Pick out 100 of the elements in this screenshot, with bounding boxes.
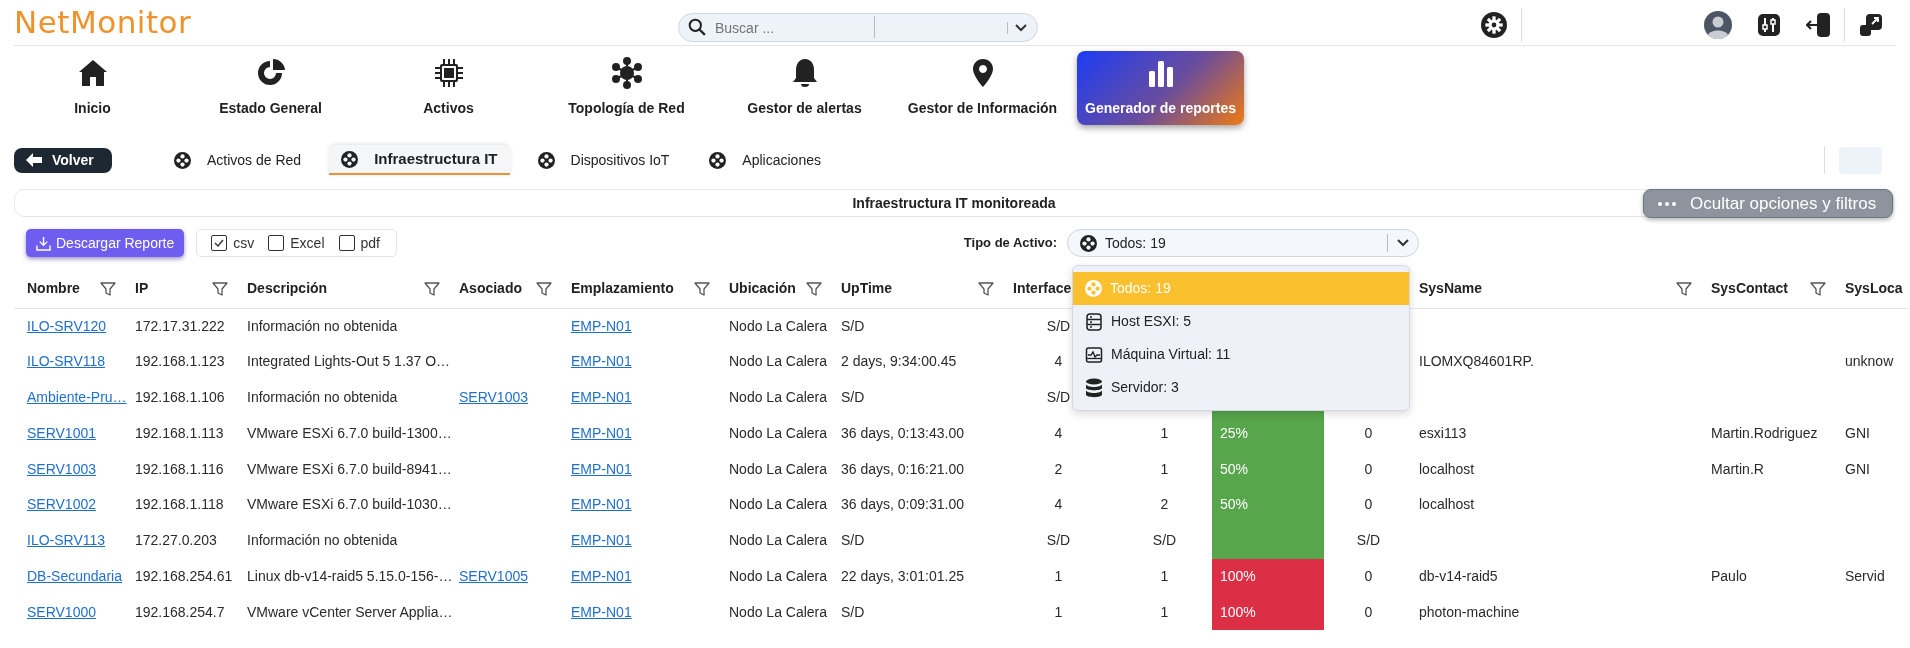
checkbox[interactable] bbox=[268, 235, 285, 251]
ball-icon bbox=[709, 151, 727, 169]
filter-icon[interactable] bbox=[694, 280, 710, 297]
table-link[interactable]: SERV1005 bbox=[459, 567, 528, 584]
app-logo: NetMonitor bbox=[14, 7, 192, 38]
table-link[interactable]: SERV1002 bbox=[27, 496, 96, 513]
table-cell: 0 bbox=[1364, 567, 1373, 584]
table-link[interactable]: SERV1000 bbox=[27, 603, 96, 620]
monitor-icon bbox=[1085, 345, 1103, 364]
more-dots-icon bbox=[1658, 201, 1676, 206]
dropdown-option[interactable]: Host ESXI: 5 bbox=[1073, 305, 1409, 338]
table-link[interactable]: ILO-SRV118 bbox=[27, 353, 106, 370]
table-link[interactable]: EMP-N01 bbox=[571, 353, 632, 370]
table-link[interactable]: EMP-N01 bbox=[571, 460, 632, 477]
nav-item[interactable]: Topología de Red bbox=[543, 51, 710, 125]
tab[interactable]: Aplicaciones bbox=[697, 145, 833, 175]
tab[interactable]: Dispositivos IoT bbox=[525, 145, 682, 175]
table-cell: VMware ESXi 6.7.0 build-1030… bbox=[247, 496, 452, 513]
nav-item[interactable]: Estado General bbox=[187, 51, 354, 125]
table-link[interactable]: Ambiente-Pru… bbox=[27, 389, 127, 405]
sliders-icon bbox=[1758, 14, 1780, 36]
checkbox-label: pdf bbox=[360, 233, 380, 253]
field-label: Tipo de Activo: bbox=[963, 234, 1057, 253]
table-link[interactable]: ILO-SRV113 bbox=[27, 532, 106, 549]
table-cell: 36 days, 0:09:31.00 bbox=[841, 496, 964, 513]
table-cell: Nodo La Calera bbox=[729, 353, 828, 370]
table-link[interactable]: SERV1001 bbox=[27, 424, 96, 441]
expand-icon bbox=[1860, 14, 1882, 36]
tab[interactable]: Infraestructura IT bbox=[329, 145, 510, 175]
nav-item[interactable]: Gestor de Información bbox=[899, 51, 1066, 125]
tab[interactable]: Activos de Red bbox=[162, 145, 314, 175]
table-cell: Nodo La Calera bbox=[729, 567, 828, 584]
column-header: Emplazamiento bbox=[571, 279, 674, 299]
dropdown-option[interactable]: Máquina Virtual: 11 bbox=[1073, 338, 1409, 371]
table-cell: 2 days, 9:34:00.45 bbox=[841, 353, 957, 370]
table-cell: 4 bbox=[1054, 353, 1063, 370]
column-header: IP bbox=[135, 279, 149, 299]
nav-item[interactable]: Gestor de alertas bbox=[721, 51, 888, 125]
table-cell: localhost bbox=[1419, 460, 1475, 477]
table-cell: Nodo La Calera bbox=[729, 424, 828, 441]
table-cell: ILOMXQ84601RP. bbox=[1419, 353, 1534, 370]
table-cell: 4 bbox=[1054, 424, 1063, 441]
table-cell: 192.168.1.123 bbox=[135, 353, 225, 370]
table-cell: 1 bbox=[1054, 567, 1063, 584]
table-link[interactable]: SERV1003 bbox=[27, 460, 96, 477]
filter-icon[interactable] bbox=[424, 280, 440, 297]
table-link[interactable]: EMP-N01 bbox=[571, 496, 632, 513]
table-cell: S/D bbox=[841, 317, 865, 334]
checkbox[interactable] bbox=[211, 235, 228, 251]
table-link[interactable]: EMP-N01 bbox=[571, 603, 632, 620]
table-cell: S/D bbox=[841, 603, 865, 620]
table-link[interactable]: DB-Secundaria bbox=[27, 567, 122, 584]
table-link[interactable]: EMP-N01 bbox=[571, 424, 632, 441]
table-cell: Linux db-v14-raid5 5.15.0-156-… bbox=[247, 567, 453, 584]
table-cell: S/D bbox=[1152, 532, 1177, 549]
usage-cell: 100% bbox=[1212, 594, 1324, 631]
table-cell: 0 bbox=[1364, 496, 1373, 513]
filter-icon[interactable] bbox=[1810, 280, 1826, 297]
back-button[interactable]: Volver bbox=[14, 147, 112, 173]
checkmark-icon bbox=[214, 239, 225, 247]
nav-item[interactable]: Generador de reportes bbox=[1077, 51, 1244, 125]
column-header: SysName bbox=[1419, 279, 1483, 299]
filter-icon[interactable] bbox=[978, 280, 994, 297]
table-cell: VMware ESXi 6.7.0 build-8941… bbox=[247, 460, 452, 477]
table-cell: Servid bbox=[1845, 567, 1885, 584]
asset-type-select[interactable]: Todos: 19 bbox=[1067, 229, 1419, 257]
table-cell: S/D bbox=[1046, 317, 1071, 334]
download-button[interactable]: Descargar Reporte bbox=[26, 229, 185, 257]
table-link[interactable]: SERV1003 bbox=[459, 389, 528, 405]
table-cell: Nodo La Calera bbox=[729, 460, 828, 477]
table-cell: 1 bbox=[1160, 460, 1169, 477]
ball-icon bbox=[1085, 280, 1102, 297]
search-icon bbox=[688, 18, 706, 36]
table-cell: 192.168.1.113 bbox=[135, 424, 224, 441]
filter-icon[interactable] bbox=[536, 280, 552, 297]
column-header: SysLoca bbox=[1845, 279, 1903, 299]
usage-cell: 25% bbox=[1212, 415, 1324, 452]
table-link[interactable]: EMP-N01 bbox=[571, 317, 632, 334]
checkbox-label: csv bbox=[233, 233, 255, 253]
table-cell: 0 bbox=[1364, 603, 1373, 620]
nav-item[interactable]: Inicio bbox=[9, 51, 176, 125]
table-cell: 1 bbox=[1160, 603, 1169, 620]
search-field[interactable]: Buscar ... bbox=[678, 13, 1038, 42]
table-cell: 36 days, 0:16:21.00 bbox=[841, 460, 964, 477]
table-cell: 0 bbox=[1364, 424, 1373, 441]
checkbox[interactable] bbox=[338, 235, 355, 251]
table-link[interactable]: ILO-SRV120 bbox=[27, 317, 107, 334]
table-link[interactable]: EMP-N01 bbox=[571, 532, 632, 549]
table-link[interactable]: EMP-N01 bbox=[571, 567, 632, 584]
toggle-filters-button[interactable]: Ocultar opciones y filtros bbox=[1643, 189, 1893, 218]
column-header: Nombre bbox=[27, 279, 80, 299]
filter-icon[interactable] bbox=[1676, 280, 1692, 297]
filter-icon[interactable] bbox=[212, 280, 228, 297]
filter-icon[interactable] bbox=[100, 280, 116, 297]
nav-item[interactable]: Activos bbox=[365, 51, 532, 125]
arrow-left-icon bbox=[26, 153, 42, 167]
filter-icon[interactable] bbox=[806, 280, 822, 297]
table-link[interactable]: EMP-N01 bbox=[571, 389, 632, 405]
table-cell: 172.27.0.203 bbox=[135, 532, 217, 549]
table-cell: S/D bbox=[841, 532, 865, 549]
